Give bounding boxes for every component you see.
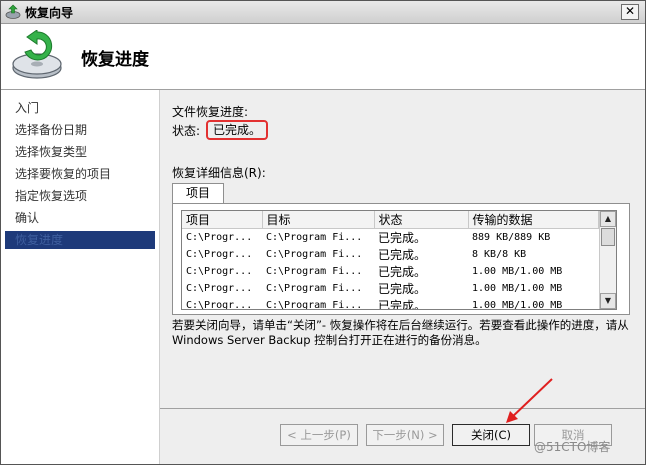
cell-transferred: 8 KB/8 KB — [472, 249, 527, 260]
cell-target: C:\Program Fi... — [266, 266, 363, 277]
column-header-item[interactable]: 项目 — [182, 211, 263, 229]
scroll-down-arrow-icon[interactable]: ▼ — [600, 293, 616, 309]
cell-item: C:\Progr... — [186, 283, 253, 294]
table-row[interactable]: C:\Progr... C:\Program Fi... 已完成。 889 KB… — [182, 229, 598, 247]
cell-status: 已完成。 — [378, 248, 427, 262]
wizard-header: 恢复进度 — [1, 24, 645, 90]
title-bar: 恢复向导 ✕ — [1, 1, 645, 24]
back-button[interactable]: < 上一步(P) — [280, 424, 358, 446]
table-row[interactable]: C:\Progr... C:\Program Fi... 已完成。 1.00 M… — [182, 280, 598, 297]
column-header-transferred[interactable]: 传输的数据 — [468, 211, 599, 229]
file-recovery-progress-label: 文件恢复进度: — [172, 105, 249, 119]
cell-status: 已完成。 — [378, 282, 427, 296]
cell-target: C:\Program Fi... — [266, 232, 363, 243]
nav-step-recovery-progress: 恢复进度 — [5, 231, 155, 249]
cell-transferred: 889 KB/889 KB — [472, 232, 551, 243]
status-value-highlight: 已完成。 — [206, 120, 268, 140]
cell-status: 已完成。 — [378, 231, 427, 245]
column-header-target[interactable]: 目标 — [262, 211, 375, 229]
recovery-items-table: 项目 目标 状态 传输的数据 C:\Progr... C:\Program Fi… — [182, 211, 599, 310]
nav-step-getting-started: 入门 — [15, 101, 40, 115]
cell-target: C:\Program Fi... — [266, 300, 363, 310]
cell-item: C:\Progr... — [186, 266, 253, 277]
wizard-steps-nav: 入门 选择备份日期 选择恢复类型 选择要恢复的项目 指定恢复选项 确认 恢复进度 — [1, 90, 160, 464]
backup-app-icon — [5, 4, 21, 19]
tab-panel-items: 项目 目标 状态 传输的数据 C:\Progr... C:\Program Fi… — [172, 203, 630, 315]
cell-transferred: 1.00 MB/1.00 MB — [472, 266, 563, 277]
cell-transferred: 1.00 MB/1.00 MB — [472, 283, 563, 294]
recovery-items-list[interactable]: 项目 目标 状态 传输的数据 C:\Progr... C:\Program Fi… — [181, 210, 617, 310]
nav-step-recovery-options: 指定恢复选项 — [15, 189, 88, 203]
table-row[interactable]: C:\Progr... C:\Program Fi... 已完成。 8 KB/8… — [182, 246, 598, 263]
cell-target: C:\Program Fi... — [266, 283, 363, 294]
table-header-row: 项目 目标 状态 传输的数据 — [182, 211, 599, 229]
cell-item: C:\Progr... — [186, 300, 253, 310]
vertical-scrollbar[interactable]: ▲ ▼ — [599, 211, 616, 309]
wizard-content: 文件恢复进度: 状态: 已完成。 恢复详细信息(R): 项目 项目 目标 状态 … — [160, 90, 645, 464]
red-annotation-arrow-icon — [506, 378, 553, 423]
column-header-status[interactable]: 状态 — [374, 211, 469, 229]
status-label: 状态: — [172, 124, 201, 138]
watermark: @51CTO博客 — [534, 440, 611, 454]
page-title: 恢复进度 — [81, 50, 149, 70]
cell-status: 已完成。 — [378, 299, 427, 310]
close-button[interactable]: 关闭(C) — [452, 424, 530, 446]
tab-items[interactable]: 项目 — [172, 183, 224, 204]
nav-step-confirmation: 确认 — [15, 211, 40, 225]
cell-item: C:\Progr... — [186, 249, 253, 260]
footer-divider — [160, 408, 645, 409]
scroll-thumb[interactable] — [601, 228, 615, 246]
nav-step-select-recovery-type: 选择恢复类型 — [15, 145, 88, 159]
window-title: 恢复向导 — [25, 6, 74, 20]
scroll-up-arrow-icon[interactable]: ▲ — [600, 211, 616, 227]
nav-step-select-backup-date: 选择备份日期 — [15, 123, 88, 137]
restore-disk-icon — [12, 30, 62, 79]
close-wizard-note: 若要关闭向导，请单击“关闭”- 恢复操作将在后台继续运行。若要查看此操作的进度，… — [172, 318, 629, 347]
cell-status: 已完成。 — [378, 265, 427, 279]
cell-item: C:\Progr... — [186, 232, 253, 243]
table-row[interactable]: C:\Progr... C:\Program Fi... 已完成。 1.00 M… — [182, 297, 598, 310]
next-button[interactable]: 下一步(N) > — [366, 424, 444, 446]
recovery-details-label: 恢复详细信息(R): — [172, 166, 266, 180]
nav-step-select-items: 选择要恢复的项目 — [15, 167, 112, 181]
cell-target: C:\Program Fi... — [266, 249, 363, 260]
cell-transferred: 1.00 MB/1.00 MB — [472, 300, 563, 310]
window-close-button[interactable]: ✕ — [621, 4, 639, 20]
table-row[interactable]: C:\Progr... C:\Program Fi... 已完成。 1.00 M… — [182, 263, 598, 280]
